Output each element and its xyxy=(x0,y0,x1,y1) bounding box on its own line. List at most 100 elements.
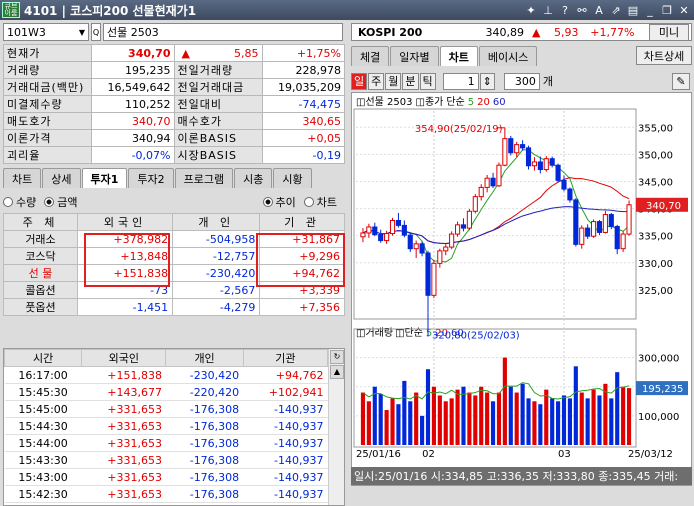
dropdown-icon[interactable]: ▼ xyxy=(79,28,85,37)
search-icon[interactable]: Q xyxy=(91,23,101,41)
table-row[interactable]: 15:45:30 +143,677 -220,420 +102,941 xyxy=(4,383,328,401)
table-row[interactable]: 15:44:00 +331,653 -176,308 -140,937 xyxy=(4,434,328,452)
flow-header-cell: 주 체 xyxy=(3,213,78,231)
quote-value: 16,549,642 xyxy=(91,78,175,96)
chart-toolbar: 일주월분틱 1 ⇕ 300 개 ✎ xyxy=(351,70,692,92)
tab-1[interactable]: 일자별 xyxy=(390,46,439,66)
tab-1[interactable]: 상세 xyxy=(42,168,81,188)
table-row[interactable]: 15:45:00 +331,653 -176,308 -140,937 xyxy=(4,400,328,418)
tab-2[interactable]: 차트 xyxy=(439,46,478,66)
table-row[interactable]: 15:43:00 +331,653 -176,308 -140,937 xyxy=(4,468,328,486)
candle xyxy=(525,147,532,167)
volume-bar xyxy=(461,386,466,445)
capture-icon[interactable]: ⇗ xyxy=(608,2,624,18)
candle xyxy=(596,221,603,233)
time-cell: -140,937 xyxy=(243,485,328,503)
minimize-icon[interactable]: _ xyxy=(642,2,658,18)
radio-1[interactable]: 차트 xyxy=(303,194,337,210)
chart-detail-button[interactable]: 차트상세 xyxy=(636,46,692,65)
tab-3[interactable]: 투자2 xyxy=(128,168,174,188)
flow-row: 선 물 +151,838 -230,420 +94,762 xyxy=(3,264,345,282)
scrollbar[interactable]: ↻ ▲ xyxy=(328,349,344,505)
period-input[interactable]: 1 xyxy=(442,72,479,90)
radio-1[interactable]: 금액 xyxy=(44,194,78,210)
count-input[interactable]: 300 xyxy=(503,72,540,90)
table-row[interactable]: 16:17:00 +151,838 -230,420 +94,762 xyxy=(4,366,328,384)
tab-0[interactable]: 체결 xyxy=(351,46,390,66)
flow-label[interactable]: 선 물 xyxy=(3,264,78,282)
tab-0[interactable]: 차트 xyxy=(3,168,42,188)
candle xyxy=(490,177,496,187)
flow-label[interactable]: 콜옵션 xyxy=(3,281,78,299)
vol-tick-label: 100,000 xyxy=(638,412,679,423)
print-icon[interactable]: ▤ xyxy=(625,2,641,18)
up-arrow-icon: ▲ xyxy=(532,25,541,39)
flow-value: -2,567 xyxy=(172,281,261,299)
quote-label: 전일거래량 xyxy=(173,61,263,79)
quote-label: 전일대비 xyxy=(173,95,263,113)
period-button-4[interactable]: 틱 xyxy=(419,72,436,90)
candle xyxy=(472,196,478,212)
time-cell: -176,308 xyxy=(165,417,244,435)
period-button-3[interactable]: 분 xyxy=(402,72,419,90)
tab-3[interactable]: 베이시스 xyxy=(478,46,538,66)
price-chart[interactable]: ◫선물 2503 ◫종가 단순 5 20 60 ◫거래량 ◫단순 5 20 60 355,0035… xyxy=(352,93,691,467)
period-button-0[interactable]: 일 xyxy=(351,72,368,90)
vol-tag-label: 195,235 xyxy=(642,384,683,395)
radio-icon xyxy=(44,197,55,207)
flow-header: 주 체 외국인 개 인기 관 xyxy=(3,213,345,231)
radio-0[interactable]: 수량 xyxy=(3,194,36,210)
flow-label[interactable]: 풋옵션 xyxy=(3,298,78,316)
candle xyxy=(585,227,591,237)
table-row[interactable]: 15:42:30 +331,653 -176,308 -140,937 xyxy=(4,485,328,503)
period-button-2[interactable]: 월 xyxy=(385,72,402,90)
kospi-bar: KOSPI 200 340,89 ▲ 5,93 +1,77% 미니 xyxy=(351,23,692,41)
radio-0[interactable]: 추이 xyxy=(262,194,296,210)
mini-button[interactable]: 미니 xyxy=(649,23,689,41)
volume-bar xyxy=(390,398,395,445)
quote-value: 110,252 xyxy=(91,95,175,113)
time-cell: +151,838 xyxy=(81,366,166,384)
volume-bar xyxy=(526,398,531,445)
quote-label: 미결제수량 xyxy=(3,95,92,113)
quote-row: 괴리율 -0,07% 시장BASIS -0,19 xyxy=(3,146,345,164)
flow-label[interactable]: 코스닥 xyxy=(3,247,78,265)
table-row[interactable]: 15:43:30 +331,653 -176,308 -140,937 xyxy=(4,451,328,469)
chart-area[interactable]: ◫선물 2503 ◫종가 단순 5 20 60 ◫거래량 ◫단순 5 20 60 355,00 35… xyxy=(351,92,692,486)
time-cell: +102,941 xyxy=(243,383,328,401)
alert-icon[interactable]: A xyxy=(591,2,607,18)
tab-4[interactable]: 프로그램 xyxy=(174,168,234,188)
x-tick-label: 25/01/16 xyxy=(356,449,401,460)
stepper-icon[interactable]: ⇕ xyxy=(479,72,495,90)
refresh-icon[interactable]: ↻ xyxy=(330,350,344,364)
restore-icon[interactable]: ❐ xyxy=(659,2,675,18)
pin-icon[interactable]: ⊥ xyxy=(540,2,556,18)
tab-2[interactable]: 투자1 xyxy=(81,168,128,188)
flow-options: 수량 금액 추이 차트 xyxy=(3,192,345,212)
table-row[interactable]: 15:44:30 +331,653 -176,308 -140,937 xyxy=(4,417,328,435)
code-input[interactable]: 101W3 ▼ xyxy=(3,23,89,41)
volume-bar xyxy=(479,386,484,445)
quote-value: -0,07% xyxy=(91,146,175,164)
tab-5[interactable]: 시총 xyxy=(234,168,273,188)
tab-6[interactable]: 시황 xyxy=(273,168,312,188)
volume-bar xyxy=(615,372,620,445)
close-icon[interactable]: ✕ xyxy=(676,2,692,18)
candle xyxy=(502,138,508,166)
change-rate: +1,75% xyxy=(261,44,345,62)
time-header-cell: 시간 xyxy=(4,349,83,367)
code-bar: 101W3 ▼ Q 선물 2503 xyxy=(3,23,343,41)
time-cell: 16:17:00 xyxy=(4,366,82,384)
period-button-1[interactable]: 주 xyxy=(368,72,385,90)
link-icon[interactable]: ⚯ xyxy=(574,2,590,18)
help-icon[interactable]: ? xyxy=(557,2,573,18)
volume-bar xyxy=(532,401,537,445)
flow-value: -1,451 xyxy=(76,298,174,316)
scroll-up-icon[interactable]: ▲ xyxy=(330,365,344,379)
flow-label[interactable]: 거래소 xyxy=(3,230,78,248)
settings-icon[interactable]: ✎ xyxy=(672,72,690,90)
flow-value: +378,982 xyxy=(76,230,174,248)
star-icon[interactable]: ✦ xyxy=(523,2,539,18)
title-bar: 큐브 이룸 4101 | 코스피200 선물현재가1 ✦ ⊥ ? ⚯ A ⇗ ▤ … xyxy=(0,0,694,20)
time-cell: +331,653 xyxy=(81,468,166,486)
